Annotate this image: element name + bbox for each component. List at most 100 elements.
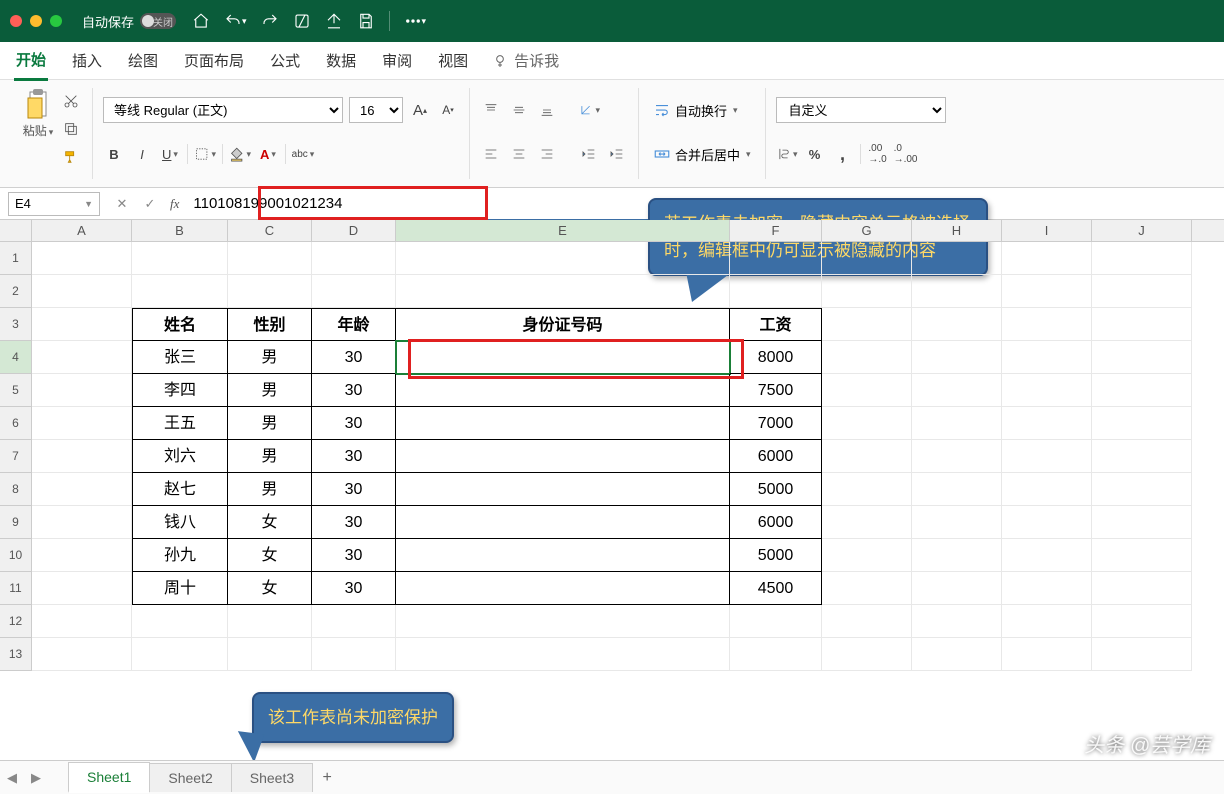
tab-home[interactable]: 开始 — [14, 41, 48, 81]
number-format-select[interactable]: 自定义 — [776, 97, 946, 123]
home-icon[interactable] — [192, 12, 210, 30]
empty-cell[interactable] — [32, 308, 132, 341]
underline-button[interactable]: U — [159, 143, 181, 165]
empty-cell[interactable] — [1092, 275, 1192, 308]
empty-cell[interactable] — [730, 638, 822, 671]
fill-color-button[interactable] — [229, 143, 251, 165]
orientation-icon[interactable] — [578, 99, 600, 121]
align-bottom-icon[interactable] — [536, 99, 558, 121]
empty-cell[interactable] — [730, 275, 822, 308]
align-top-icon[interactable] — [480, 99, 502, 121]
empty-cell[interactable] — [228, 605, 312, 638]
col-header-h[interactable]: H — [912, 220, 1002, 241]
empty-cell[interactable] — [912, 638, 1002, 671]
empty-cell[interactable] — [912, 473, 1002, 506]
data-cell[interactable] — [396, 440, 730, 473]
col-header-f[interactable]: F — [730, 220, 822, 241]
empty-cell[interactable] — [822, 341, 912, 374]
tab-formulas[interactable]: 公式 — [268, 42, 302, 79]
data-cell[interactable]: 6000 — [730, 440, 822, 473]
empty-cell[interactable] — [32, 506, 132, 539]
paste-button[interactable]: 粘贴 — [22, 88, 54, 139]
empty-cell[interactable] — [822, 308, 912, 341]
empty-cell[interactable] — [312, 275, 396, 308]
empty-cell[interactable] — [1002, 440, 1092, 473]
empty-cell[interactable] — [1092, 242, 1192, 275]
empty-cell[interactable] — [1002, 341, 1092, 374]
data-cell[interactable]: 男 — [228, 407, 312, 440]
empty-cell[interactable] — [912, 308, 1002, 341]
accounting-format-icon[interactable] — [776, 143, 798, 165]
row-header[interactable]: 3 — [0, 308, 32, 341]
empty-cell[interactable] — [1092, 440, 1192, 473]
empty-cell[interactable] — [312, 242, 396, 275]
align-center-icon[interactable] — [508, 143, 530, 165]
empty-cell[interactable] — [1002, 275, 1092, 308]
empty-cell[interactable] — [396, 605, 730, 638]
align-middle-icon[interactable] — [508, 99, 530, 121]
empty-cell[interactable] — [822, 440, 912, 473]
data-cell[interactable]: 赵七 — [132, 473, 228, 506]
tab-data[interactable]: 数据 — [324, 42, 358, 79]
decrease-indent-icon[interactable] — [578, 143, 600, 165]
confirm-formula-icon[interactable]: ✓ — [136, 196, 164, 212]
data-cell[interactable] — [396, 539, 730, 572]
data-cell[interactable]: 7500 — [730, 374, 822, 407]
data-cell[interactable] — [396, 572, 730, 605]
add-sheet-button[interactable]: + — [312, 769, 342, 787]
sheet-nav-next[interactable]: ▶ — [24, 770, 48, 786]
empty-cell[interactable] — [132, 242, 228, 275]
data-cell[interactable]: 30 — [312, 374, 396, 407]
empty-cell[interactable] — [228, 638, 312, 671]
tab-view[interactable]: 视图 — [436, 42, 470, 79]
empty-cell[interactable] — [1092, 407, 1192, 440]
empty-cell[interactable] — [1002, 407, 1092, 440]
empty-cell[interactable] — [822, 407, 912, 440]
row-header[interactable]: 13 — [0, 638, 32, 671]
data-cell[interactable]: 女 — [228, 539, 312, 572]
row-header[interactable]: 4 — [0, 341, 32, 374]
empty-cell[interactable] — [32, 407, 132, 440]
close-window-icon[interactable] — [10, 15, 22, 27]
spreadsheet-grid[interactable]: A B C D E F G H I J 123姓名性别年龄身份证号码工资4张三男… — [0, 220, 1224, 774]
copy-icon[interactable] — [60, 118, 82, 140]
empty-cell[interactable] — [228, 275, 312, 308]
fx-icon[interactable]: fx — [170, 196, 179, 212]
empty-cell[interactable] — [396, 638, 730, 671]
data-cell[interactable]: 张三 — [132, 341, 228, 374]
data-cell[interactable] — [396, 473, 730, 506]
data-cell[interactable]: 5000 — [730, 539, 822, 572]
data-cell[interactable]: 身份证号码 — [396, 308, 730, 341]
empty-cell[interactable] — [32, 539, 132, 572]
sheet-nav-prev[interactable]: ◀ — [0, 770, 24, 786]
data-cell[interactable]: 男 — [228, 374, 312, 407]
row-header[interactable]: 1 — [0, 242, 32, 275]
data-cell[interactable]: 王五 — [132, 407, 228, 440]
row-header[interactable]: 8 — [0, 473, 32, 506]
align-left-icon[interactable] — [480, 143, 502, 165]
sheet-tab-2[interactable]: Sheet2 — [149, 763, 231, 792]
empty-cell[interactable] — [1092, 539, 1192, 572]
data-cell[interactable]: 5000 — [730, 473, 822, 506]
empty-cell[interactable] — [32, 275, 132, 308]
empty-cell[interactable] — [32, 473, 132, 506]
col-header-b[interactable]: B — [132, 220, 228, 241]
merge-center-button[interactable]: 合并后居中 — [649, 143, 755, 166]
row-header[interactable]: 10 — [0, 539, 32, 572]
data-cell[interactable]: 钱八 — [132, 506, 228, 539]
col-header-c[interactable]: C — [228, 220, 312, 241]
data-cell[interactable]: 30 — [312, 473, 396, 506]
row-header[interactable]: 7 — [0, 440, 32, 473]
empty-cell[interactable] — [1002, 473, 1092, 506]
empty-cell[interactable] — [912, 506, 1002, 539]
font-name-select[interactable]: 等线 Regular (正文) — [103, 97, 343, 123]
data-cell[interactable]: 李四 — [132, 374, 228, 407]
empty-cell[interactable] — [912, 341, 1002, 374]
save-icon[interactable] — [357, 12, 375, 30]
data-cell[interactable]: 6000 — [730, 506, 822, 539]
decrease-font-icon[interactable]: A▾ — [437, 99, 459, 121]
qat-more-icon[interactable]: ▾ — [404, 12, 427, 30]
data-cell[interactable]: 30 — [312, 440, 396, 473]
empty-cell[interactable] — [822, 506, 912, 539]
increase-decimal-icon[interactable]: .00→.0 — [867, 143, 889, 165]
